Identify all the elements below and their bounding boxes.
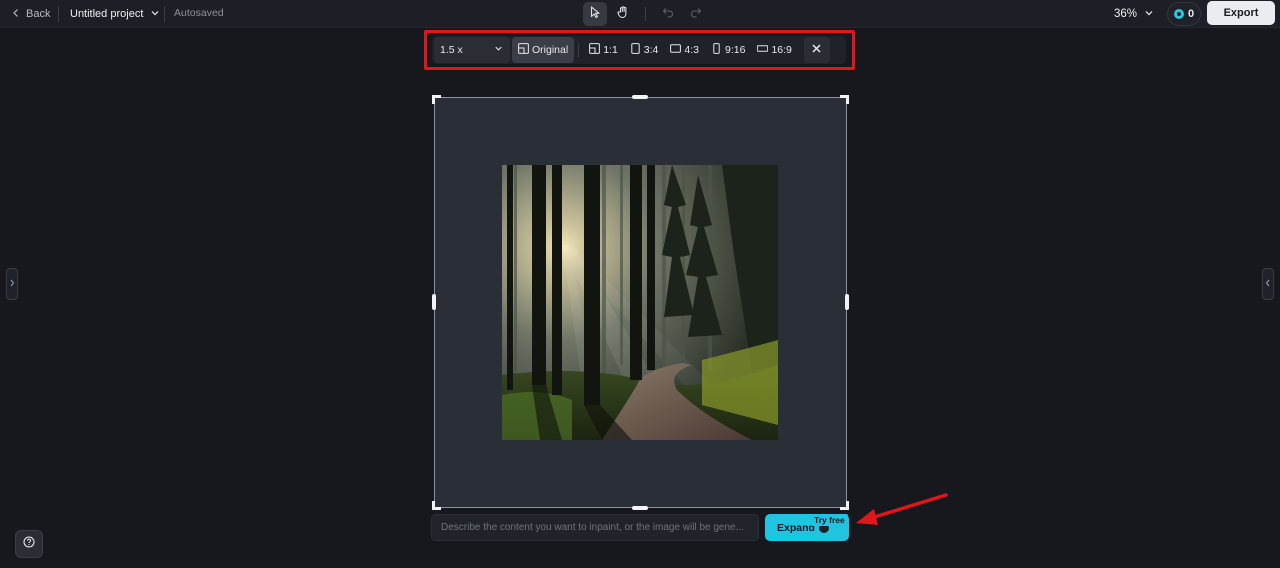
editor-app: Back Untitled project Autosaved 36% 0 Ex… [0,0,1280,568]
divider [58,6,59,22]
left-panel-toggle[interactable] [6,268,18,300]
aspect-ratio-toolbar: 1.5 x Original 1:1 3:4 4:3 9:16 16:9 [432,36,846,64]
help-button[interactable] [15,530,43,558]
credits-badge[interactable]: 0 [1167,2,1201,26]
ratio-separator [578,43,580,57]
try-free-badge: Try free [811,514,848,526]
undo-button[interactable] [656,2,680,26]
credit-coin-icon [1173,9,1184,19]
resize-handle-bottom-left[interactable] [432,501,441,510]
right-panel-toggle[interactable] [1262,268,1274,300]
tool-separator [645,7,646,21]
ratio-label: Original [532,44,569,56]
resize-handle-top-left[interactable] [432,95,441,104]
annotation-arrow-icon [856,493,948,525]
project-title-dropdown[interactable]: Untitled project [70,4,161,24]
chevron-left-icon [10,7,22,22]
chevron-down-icon [493,43,504,57]
ratio-option-4-3[interactable]: 4:3 [664,37,705,63]
ratio-label: 9:16 [725,44,746,56]
resize-handle-right[interactable] [845,294,849,310]
resize-handle-top-right[interactable] [840,95,849,104]
ratio-label: 16:9 [771,44,792,56]
forest-image [502,165,778,440]
landscape-ratio-icon [670,43,682,57]
ratio-option-1-1[interactable]: 1:1 [583,37,624,63]
chevron-down-icon [149,7,161,22]
back-label: Back [26,8,51,20]
ratio-option-3-4[interactable]: 3:4 [624,37,665,63]
canvas-tools [583,1,708,27]
redo-icon [689,5,703,24]
export-button[interactable]: Export [1207,1,1275,25]
close-ratio-toolbar-button[interactable] [803,37,830,63]
pan-tool-button[interactable] [611,2,635,26]
portrait-ratio-icon [630,43,641,57]
resize-handle-bottom-right[interactable] [840,501,849,510]
resize-handle-left[interactable] [432,294,436,310]
credits-count: 0 [1187,8,1195,20]
expand-label: Expand [777,521,815,534]
undo-icon [661,5,675,24]
select-tool-button[interactable] [583,2,607,26]
chevron-down-icon [1143,7,1155,22]
scale-value: 1.5 x [440,44,463,56]
cursor-icon [588,5,602,24]
hand-icon [616,5,630,24]
square-ratio-icon [589,43,601,57]
project-title: Untitled project [70,8,144,20]
tall-ratio-icon [711,43,722,57]
resize-handle-bottom[interactable] [632,506,648,510]
ratio-option-16-9[interactable]: 16:9 [751,37,797,63]
back-button[interactable]: Back [10,4,50,24]
close-icon [811,41,822,59]
ratio-option-original[interactable]: Original [512,37,575,63]
ratio-option-9-16[interactable]: 9:16 [705,37,751,63]
ratio-label: 1:1 [603,44,618,56]
divider [164,6,165,22]
chevron-right-icon [8,275,16,293]
top-bar: Back Untitled project Autosaved 36% 0 Ex… [0,0,1280,28]
wide-ratio-icon [757,43,769,57]
autosave-status: Autosaved [174,7,224,19]
source-image[interactable] [502,165,778,440]
zoom-dropdown[interactable]: 36% [1114,4,1155,24]
chevron-left-icon [1264,275,1272,293]
resize-handle-top[interactable] [632,95,648,99]
ratio-label: 3:4 [643,44,659,56]
scale-dropdown[interactable]: 1.5 x [434,37,510,63]
redo-button[interactable] [684,2,708,26]
zoom-level: 36% [1114,8,1138,20]
inpaint-prompt-input[interactable] [431,514,759,541]
ratio-label: 4:3 [684,44,700,56]
original-ratio-icon [518,43,529,57]
help-icon [23,535,35,553]
